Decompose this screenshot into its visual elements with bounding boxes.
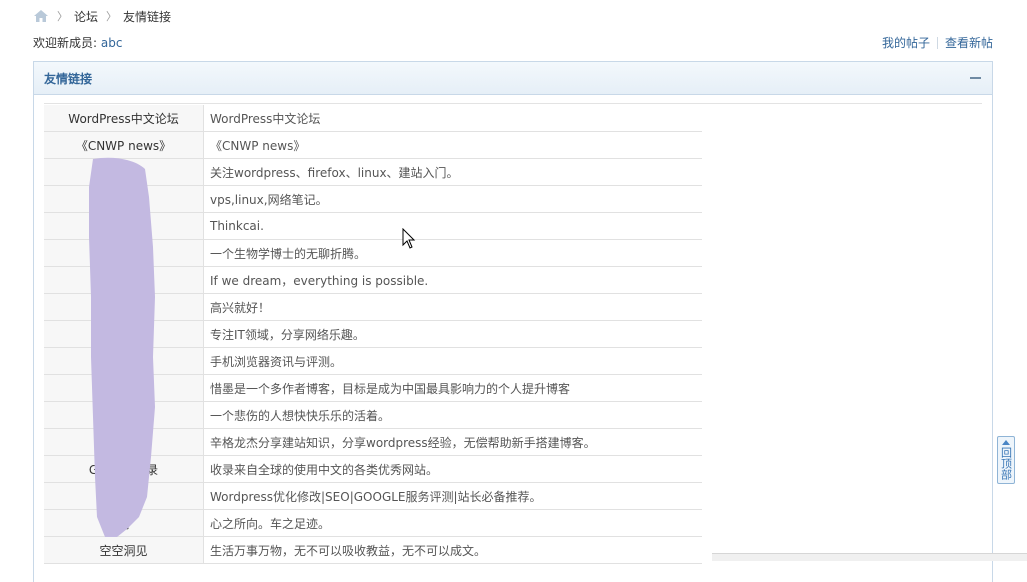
minus-icon[interactable]	[970, 77, 981, 79]
friend-links-panel: 友情链接 WordPress中文论坛 WordPress中文论坛 《CNWP new…	[33, 61, 993, 582]
link-description: Wordpress优化修改|SEO|GOOGLE服务评测|站长必备推荐。	[203, 482, 702, 510]
breadcrumb-friend-links: 友情链接	[123, 9, 172, 24]
home-icon[interactable]	[33, 9, 49, 23]
welcome-username[interactable]: abc	[101, 36, 123, 50]
mouse-cursor-icon	[402, 228, 416, 249]
my-posts-link[interactable]: 我的帖子	[882, 34, 930, 51]
breadcrumb-separator: 〉	[57, 10, 68, 23]
link-description: Thinkcai.	[203, 212, 702, 240]
panel-divider	[44, 103, 982, 104]
breadcrumb: 〉 论坛 〉 友情链接	[33, 7, 171, 25]
redaction-scribble	[89, 157, 155, 537]
link-description: WordPress中文论坛	[203, 105, 702, 132]
link-description: 手机浏览器资讯与评测。	[203, 347, 702, 375]
link-description: 生活万事万物，无不可以吸收教益，无不可以成文。	[203, 536, 702, 564]
link-description: 高兴就好！	[203, 293, 702, 321]
up-arrow-icon	[1002, 440, 1010, 445]
link-description: 一个生物学博士的无聊折腾。	[203, 239, 702, 267]
link-description: 收录来自全球的使用中文的各类优秀网站。	[203, 455, 702, 483]
link-description: 关注wordpress、firefox、linux、建站入门。	[203, 158, 702, 186]
link-description: 《CNWP news》	[203, 131, 702, 159]
divider	[936, 36, 938, 49]
back-to-top-label: 回顶部	[999, 447, 1013, 480]
table-row: 《CNWP news》 《CNWP news》	[44, 131, 702, 159]
link-description: 辛格龙杰分享建站知识，分享wordpress经验，无偿帮助新手搭建博客。	[203, 428, 702, 456]
welcome-prefix: 欢迎新成员:	[33, 36, 101, 50]
user-links: 我的帖子 查看新帖	[882, 34, 993, 51]
back-to-top-button[interactable]: 回顶部	[997, 436, 1015, 484]
welcome-message: 欢迎新成员: abc	[33, 34, 122, 51]
breadcrumb-forum[interactable]: 论坛	[74, 8, 98, 25]
link-description: vps,linux,网络笔记。	[203, 185, 702, 213]
link-name[interactable]: 《CNWP news》	[44, 131, 204, 159]
table-row: WordPress中文论坛 WordPress中文论坛	[44, 105, 702, 132]
link-description: 一个悲伤的人想快快乐乐的活着。	[203, 401, 702, 429]
link-description: 心之所向。车之足迹。	[203, 509, 702, 537]
link-description: 专注IT领域，分享网络乐趣。	[203, 320, 702, 348]
panel-title: 友情链接	[44, 72, 93, 86]
link-name[interactable]: WordPress中文论坛	[44, 105, 204, 132]
link-description: 惜墨是一个多作者博客，目标是成为中国最具影响力的个人提升博客	[203, 374, 702, 402]
new-posts-link[interactable]: 查看新帖	[945, 34, 993, 51]
panel-header: 友情链接	[34, 62, 992, 95]
breadcrumb-separator: 〉	[106, 10, 118, 23]
link-description: If we dream，everything is possible.	[203, 266, 702, 294]
